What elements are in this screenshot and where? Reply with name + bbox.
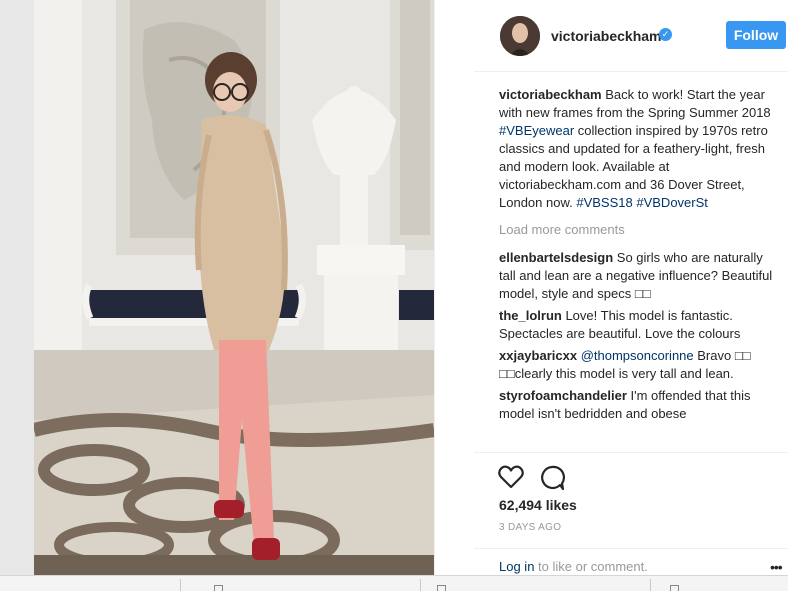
header-username[interactable]: victoriabeckham [551,28,662,44]
tab-icon[interactable] [214,585,223,591]
post-actions: 62,494 likes 3 DAYS AGO Log in to like o… [474,452,788,575]
comment-username[interactable]: xxjaybaricxx [499,348,577,363]
load-more-comments-link[interactable]: Load more comments [499,221,779,239]
status-divider [180,579,181,591]
comment-item: styrofoamchandelier I'm offended that th… [499,387,779,423]
post-photo-image [34,0,434,575]
tab-icon[interactable] [437,585,446,591]
tab-icon[interactable] [670,585,679,591]
comment-username[interactable]: ellenbartelsdesign [499,250,613,265]
browser-status-bar [0,575,788,591]
post-date: 3 DAYS AGO [499,522,562,533]
photo-side-margin [434,0,474,575]
avatar-image [500,16,540,56]
comment-item: ellenbartelsdesign So girls who are natu… [499,249,779,303]
login-link[interactable]: Log in [499,559,534,574]
comment-username[interactable]: styrofoamchandelier [499,388,627,403]
login-prompt: Log in to like or comment. [499,559,648,574]
caption-username[interactable]: victoriabeckham [499,87,602,102]
hashtag-vbss18[interactable]: #VBSS18 [576,195,632,210]
comment-username[interactable]: the_lolrun [499,308,562,323]
comment-item: xxjaybaricxx @thompsoncorinne Bravo □□ □… [499,347,779,383]
hashtag-vbeyewear[interactable]: #VBEyewear [499,123,574,138]
comments-section: victoriabeckham Back to work! Start the … [499,86,779,452]
follow-button[interactable]: Follow [726,21,786,49]
post-header: victoriabeckham ✓ Follow [474,0,788,72]
heart-icon[interactable] [498,465,524,489]
left-gutter [0,0,34,575]
hashtag-vbdoverst[interactable]: #VBDoverSt [636,195,708,210]
login-rest-text: to like or comment. [534,559,648,574]
status-divider [420,579,421,591]
login-row: Log in to like or comment. ••• [474,548,788,576]
post-details-panel: victoriabeckham ✓ Follow victoriabeckham… [474,0,788,575]
avatar[interactable] [500,16,540,56]
comment-item: the_lolrun Love! This model is fantastic… [499,307,779,343]
comment-icon[interactable] [539,465,565,491]
post-photo[interactable] [34,0,434,575]
more-options-icon[interactable]: ••• [770,559,783,575]
status-divider [650,579,651,591]
caption: victoriabeckham Back to work! Start the … [499,86,779,212]
likes-count[interactable]: 62,494 likes [499,497,577,513]
comment-mention[interactable]: @thompsoncorinne [581,348,694,363]
verified-badge-icon: ✓ [659,28,672,41]
